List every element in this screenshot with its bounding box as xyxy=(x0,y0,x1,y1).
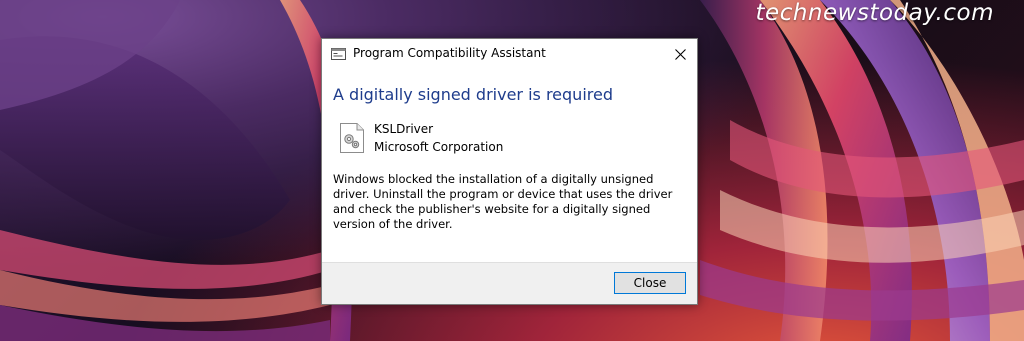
dialog-window-icon xyxy=(331,48,346,60)
titlebar-close-button[interactable] xyxy=(663,39,697,69)
dialog-footer: Close xyxy=(322,262,697,304)
dialog-titlebar: Program Compatibility Assistant xyxy=(322,39,697,69)
dialog-message: Windows blocked the installation of a di… xyxy=(333,172,673,231)
program-compatibility-dialog: Program Compatibility Assistant A digita… xyxy=(321,38,698,305)
dialog-heading: A digitally signed driver is required xyxy=(333,85,613,104)
dialog-title: Program Compatibility Assistant xyxy=(353,46,546,60)
gear-document-icon xyxy=(340,123,364,153)
site-watermark: technewstoday.com xyxy=(755,0,994,26)
close-icon xyxy=(674,48,686,60)
close-button[interactable]: Close xyxy=(614,272,686,294)
driver-name: KSLDriver xyxy=(374,122,434,136)
driver-publisher: Microsoft Corporation xyxy=(374,140,504,154)
